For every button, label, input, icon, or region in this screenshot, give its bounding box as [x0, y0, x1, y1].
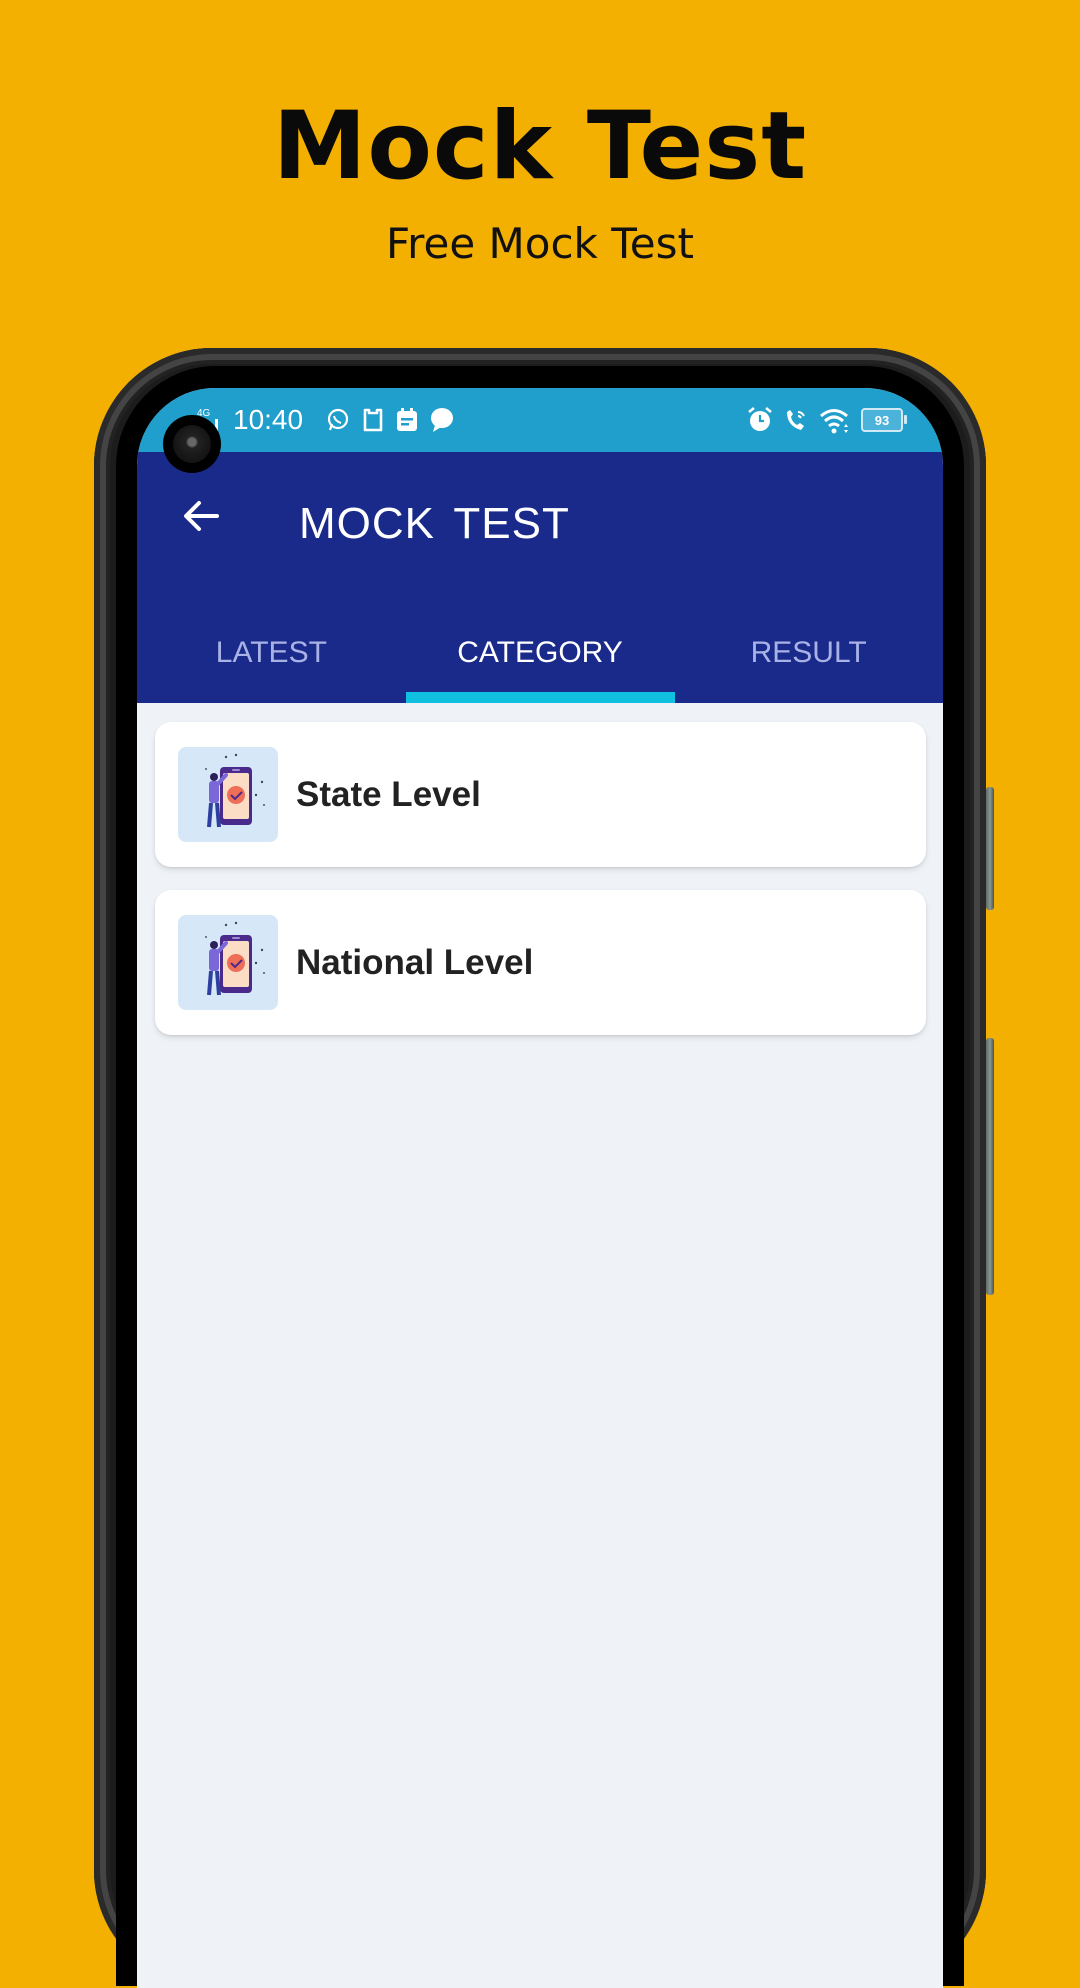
- battery-icon: 93: [861, 408, 907, 432]
- wifi-calling-icon: [783, 406, 809, 434]
- whatsapp-icon: [325, 407, 351, 433]
- message-icon: [429, 407, 455, 433]
- tab-latest[interactable]: LATEST: [137, 602, 406, 703]
- app-title: MOCK TEST: [299, 499, 570, 548]
- app-screen: 4G 10:40 93 MOCK TEST LATEST CATEGORY RE…: [137, 388, 943, 1988]
- phone-power-button: [986, 1038, 994, 1295]
- category-card-state-level[interactable]: State Level: [155, 722, 926, 867]
- mobile-test-illustration-icon: [178, 915, 278, 1010]
- app-bar: MOCK TEST LATEST CATEGORY RESULT: [137, 452, 943, 703]
- promo-subtitle: Free Mock Test: [386, 219, 694, 268]
- tab-indicator: [406, 692, 675, 703]
- tab-bar: LATEST CATEGORY RESULT: [137, 602, 943, 703]
- alarm-icon: [747, 406, 773, 434]
- tab-result[interactable]: RESULT: [674, 602, 943, 703]
- category-card-national-level[interactable]: National Level: [155, 890, 926, 1035]
- wifi-icon: [819, 406, 851, 434]
- tab-category[interactable]: CATEGORY: [406, 602, 675, 703]
- arrow-left-icon: [184, 501, 219, 531]
- category-label: State Level: [296, 775, 481, 814]
- phone-volume-button: [986, 787, 994, 910]
- status-bar: 4G 10:40 93: [137, 388, 943, 452]
- back-button[interactable]: [179, 494, 223, 538]
- clipboard-icon: [361, 407, 385, 433]
- mobile-test-illustration-icon: [178, 747, 278, 842]
- promo-title: Mock Test: [272, 92, 808, 201]
- front-camera: [163, 415, 221, 473]
- calendar-icon: [395, 407, 419, 433]
- status-time: 10:40: [233, 404, 304, 435]
- category-label: National Level: [296, 943, 534, 982]
